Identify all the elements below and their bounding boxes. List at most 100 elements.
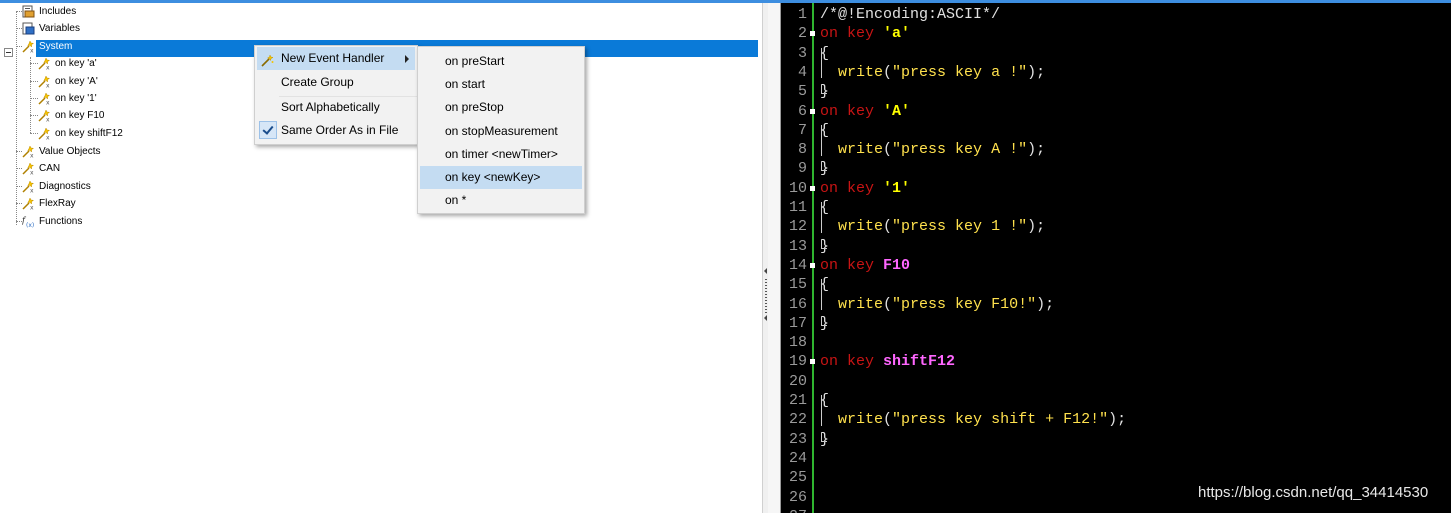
tree-item-flexray[interactable]: x FlexRay (22, 195, 322, 212)
fold-marker-icon[interactable] (810, 185, 815, 191)
svg-text:x: x (30, 48, 34, 54)
menu-item-new-event-handler[interactable]: New Event Handler (257, 47, 415, 70)
tree-item-value-objects[interactable]: x Value Objects (22, 143, 322, 160)
tree-item-label: Diagnostics (39, 181, 91, 192)
submenu-item-label: on start (445, 77, 486, 92)
submenu-item-label: on * (445, 193, 467, 208)
submenu-item-on-prestart[interactable]: on preStart (420, 50, 582, 73)
event-icon: x (22, 162, 35, 177)
fold-marker-icon[interactable] (810, 108, 815, 114)
watermark: https://blog.csdn.net/qq_34414530 (1198, 484, 1429, 501)
svg-text:x: x (46, 65, 50, 71)
event-icon: x (22, 40, 35, 55)
tree-connector (30, 57, 31, 133)
submenu-item-label: on stopMeasurement (445, 123, 558, 138)
tree-connector (30, 81, 38, 82)
code-line[interactable]: write("press key A !"); (820, 140, 1045, 159)
event-icon: x (38, 92, 51, 107)
line-number: 4 (797, 63, 807, 81)
line-number: 1 (797, 6, 807, 23)
code-line[interactable]: write("press key F10!"); (820, 295, 1054, 314)
tree-item-label: CAN (39, 163, 61, 174)
submenu-item-on[interactable]: on * (420, 189, 582, 212)
submenu-item-label: on preStart (445, 54, 505, 68)
submenu-item-on-prestop[interactable]: on preStop (420, 96, 582, 119)
splitter-grip-icon[interactable] (765, 279, 767, 313)
code-line[interactable]: write("press key 1 !"); (820, 217, 1045, 236)
line-number: 5 (797, 83, 807, 101)
tree-item-functions[interactable]: f (x) Functions (21, 213, 322, 230)
line-number: 26 (788, 488, 807, 506)
event-icon: x (38, 109, 51, 124)
svg-text:x: x (30, 153, 34, 159)
line-number: 11 (788, 199, 807, 216)
editor-gutter-line (812, 3, 814, 513)
tree-item-can[interactable]: x CAN (22, 160, 322, 177)
menu-item-same-order-as-in-file[interactable]: Same Order As in File (257, 119, 415, 142)
line-number: 13 (788, 237, 807, 255)
line-number: 14 (788, 256, 807, 274)
includes-icon (22, 5, 35, 18)
line-number: 8 (797, 141, 807, 159)
line-number: 16 (788, 295, 807, 313)
tree-item-variables[interactable]: Variables (22, 20, 322, 37)
svg-text:x: x (30, 188, 34, 194)
fold-end-marker (821, 432, 827, 442)
line-number: 9 (797, 160, 807, 178)
fold-end-marker (821, 85, 827, 95)
event-icon: x (38, 127, 51, 142)
fold-marker-icon[interactable] (810, 359, 815, 365)
tree-item-diagnostics[interactable]: x Diagnostics (22, 178, 322, 195)
menu-item-create-group[interactable]: Create Group (257, 71, 415, 94)
tree-connector (30, 98, 38, 99)
code-editor[interactable]: 1/*@!Encoding:ASCII*/2 on key 'a' 3{4 writ… (781, 3, 1451, 513)
submenu-item-on-timer-newtimer[interactable]: on timer <newTimer> (420, 143, 582, 166)
code-line[interactable]: on key 'a' (820, 24, 910, 43)
svg-text:x: x (30, 170, 34, 176)
tree-item-label: System (39, 41, 73, 52)
tree-item-label: on key 'a' (55, 58, 97, 69)
code-line[interactable]: write("press key a !"); (820, 63, 1045, 82)
line-number: 23 (788, 430, 807, 448)
submenu-item-label: on preStop (445, 100, 504, 115)
svg-text:(x): (x) (26, 222, 34, 228)
menu-item-label: New Event Handler (281, 51, 385, 65)
menu-item-label: Create Group (281, 75, 354, 89)
code-line[interactable]: on key F10 (820, 256, 910, 275)
tree-item-label: Functions (39, 216, 83, 227)
collapse-left-icon[interactable] (764, 315, 767, 321)
event-icon: x (38, 57, 51, 72)
line-number: 25 (788, 469, 807, 487)
line-number: 19 (788, 353, 807, 371)
fold-end-marker (821, 162, 827, 172)
event-icon: x (22, 145, 35, 160)
tree-item-label: on key '1' (55, 93, 97, 104)
submenu-item-on-start[interactable]: on start (420, 73, 582, 96)
menu-item-sort-alphabetically[interactable]: Sort Alphabetically (257, 96, 415, 119)
fold-end-marker (821, 239, 827, 249)
tree-item-label: Value Objects (39, 146, 101, 157)
code-line[interactable]: write("press key shift + F12!"); (820, 410, 1126, 429)
tree-connector (16, 11, 17, 225)
event-handler-submenu: on preStart on start on preStop on stopMeas… (417, 46, 585, 214)
fold-marker-icon[interactable] (810, 31, 815, 37)
tree-connector (30, 133, 38, 134)
submenu-item-on-key-newkey[interactable]: on key <newKey> (420, 166, 582, 189)
code-line[interactable]: on key 'A' (820, 102, 910, 121)
code-line[interactable]: on key shiftF12 (820, 352, 955, 371)
line-number: 10 (788, 179, 807, 197)
fold-marker-icon[interactable] (810, 262, 815, 268)
code-line[interactable]: /*@!Encoding:ASCII*/ (820, 5, 1000, 24)
editor-margin (768, 3, 781, 513)
line-number: 21 (788, 392, 807, 409)
event-icon: x (22, 180, 35, 195)
code-line[interactable]: on key '1' (820, 179, 910, 198)
context-menu: New Event Handler Create Group Sort Alph… (254, 45, 435, 145)
line-number: 17 (788, 314, 807, 332)
collapse-icon[interactable] (4, 48, 13, 57)
collapse-left-icon[interactable] (764, 268, 767, 274)
tree-item-includes[interactable]: Includes (22, 3, 322, 20)
event-icon: x (22, 197, 35, 212)
submenu-item-on-stopmeasurement[interactable]: on stopMeasurement (420, 120, 582, 143)
line-number: 18 (788, 334, 807, 352)
